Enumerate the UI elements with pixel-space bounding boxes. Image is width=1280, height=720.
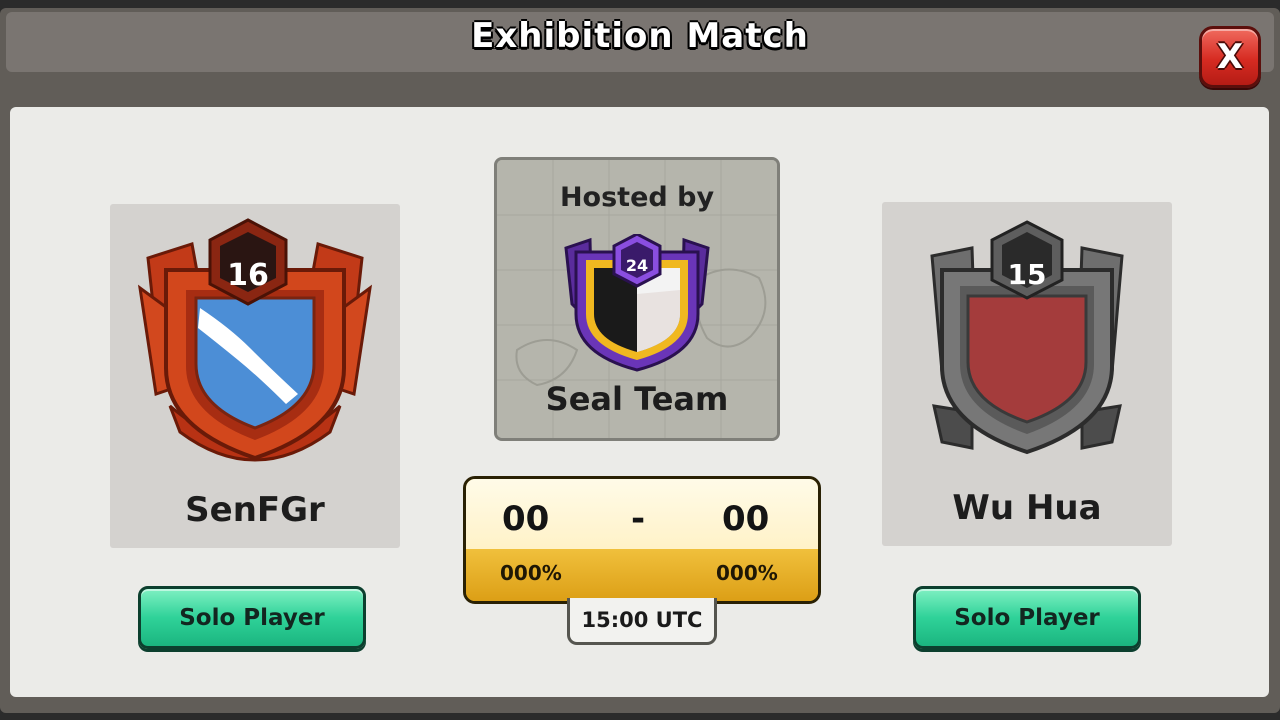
score-separator: - xyxy=(631,499,646,539)
clan-level-label: 16 xyxy=(227,258,269,293)
clan-level-label: 15 xyxy=(1007,258,1047,291)
right-solo-player-button[interactable]: Solo Player xyxy=(913,586,1141,649)
host-clan-name: Seal Team xyxy=(545,380,729,418)
match-time-label: 15:00 UTC xyxy=(567,598,717,645)
right-score: 00 xyxy=(722,499,770,539)
right-destruction-percent: 000% xyxy=(716,561,778,585)
left-clan-name: SenFGr xyxy=(185,490,325,530)
score-panel: 00 - 00 000% 000% xyxy=(463,476,821,604)
clan-badge-icon xyxy=(930,220,1124,455)
match-panel: 16 SenFGr Solo Player Hosted by 24 Seal … xyxy=(10,107,1269,697)
left-solo-player-button[interactable]: Solo Player xyxy=(138,586,366,649)
host-level-label: 24 xyxy=(625,256,649,275)
right-clan-card[interactable]: 15 Wu Hua xyxy=(882,202,1172,546)
host-clan-badge-icon xyxy=(564,234,710,372)
left-score: 00 xyxy=(502,499,550,539)
left-destruction-percent: 000% xyxy=(500,561,562,585)
hosted-by-label: Hosted by xyxy=(559,182,715,213)
close-button[interactable]: X xyxy=(1199,26,1261,88)
left-clan-card[interactable]: 16 SenFGr xyxy=(110,204,400,548)
clan-badge-icon xyxy=(137,218,373,462)
dialog-title: Exhibition Match xyxy=(471,16,809,56)
host-card[interactable]: Hosted by 24 Seal Team xyxy=(494,157,780,441)
right-clan-name: Wu Hua xyxy=(952,488,1102,528)
